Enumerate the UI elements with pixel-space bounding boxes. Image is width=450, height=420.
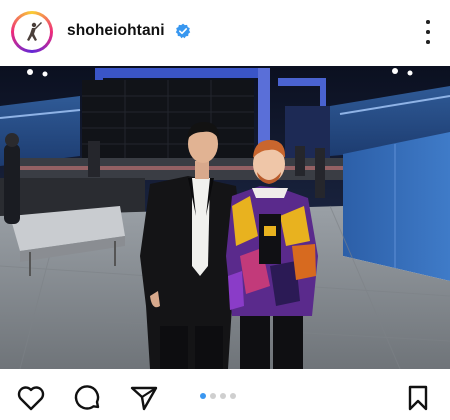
heart-icon[interactable] — [16, 384, 46, 412]
post-header: shoheiohtani — [0, 0, 450, 66]
post-photo[interactable] — [0, 66, 450, 369]
carousel-dot — [210, 393, 216, 399]
username[interactable]: shoheiohtani — [67, 22, 165, 40]
more-vertical-icon[interactable] — [422, 20, 434, 44]
carousel-dot — [200, 393, 206, 399]
carousel-dot — [230, 393, 236, 399]
bookmark-icon[interactable] — [403, 384, 433, 412]
comment-icon[interactable] — [73, 384, 103, 412]
send-icon[interactable] — [129, 384, 159, 412]
carousel-dot — [220, 393, 226, 399]
carousel-indicator — [200, 393, 236, 401]
batter-silhouette-icon — [14, 14, 50, 50]
verified-badge-icon — [175, 23, 191, 39]
action-bar — [0, 369, 450, 420]
avatar[interactable] — [11, 11, 53, 53]
